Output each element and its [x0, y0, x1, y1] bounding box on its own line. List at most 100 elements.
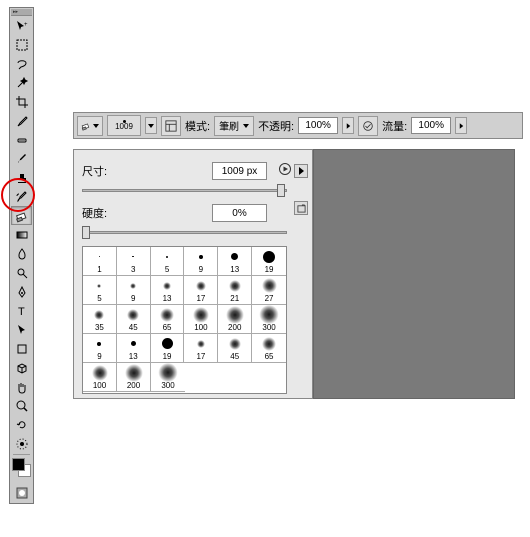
brush-panel-toggle[interactable] [161, 116, 181, 136]
size-slider-thumb[interactable] [277, 184, 285, 197]
brush-preset-5[interactable]: 5 [151, 247, 185, 276]
opacity-label: 不透明: [258, 118, 294, 134]
brush-preset-19[interactable]: 19 [252, 247, 286, 276]
brush-preset-19[interactable]: 19 [151, 334, 185, 363]
brush-preset-17[interactable]: 17 [184, 334, 218, 363]
brush-preset-35[interactable]: 35 [83, 305, 117, 334]
quickmask-toggle[interactable] [11, 483, 32, 502]
brush-preset-size-label: 9 [131, 295, 135, 303]
3d-tool[interactable] [11, 358, 32, 377]
brush-preset-9[interactable]: 9 [83, 334, 117, 363]
size-input[interactable] [212, 162, 267, 180]
brush-size-display: 1009 [115, 123, 133, 131]
brush-preset-45[interactable]: 45 [218, 334, 252, 363]
flyout-menu-button[interactable] [294, 164, 308, 178]
brush-preset-size-label: 200 [127, 382, 140, 390]
toolbox-header[interactable]: ▸▸ [11, 9, 32, 16]
brush-settings-panel: 尺寸: 硬度: 13591319591317212735456510020030… [73, 149, 313, 399]
move-tool[interactable]: + [11, 16, 32, 35]
gradient-tool[interactable] [11, 225, 32, 244]
brush-preset-size-label: 21 [230, 295, 239, 303]
opacity-dropdown[interactable] [342, 117, 354, 134]
size-slider[interactable] [82, 184, 287, 198]
eraser-tool[interactable] [11, 206, 32, 225]
magic-wand-tool[interactable] [11, 73, 32, 92]
mode-value: 筆刷 [219, 118, 239, 133]
brush-preset-100[interactable]: 100 [83, 363, 117, 392]
brush-preset-size-label: 5 [165, 266, 169, 274]
brush-tool[interactable] [11, 149, 32, 168]
brush-preset-13[interactable]: 13 [218, 247, 252, 276]
brush-preset-27[interactable]: 27 [252, 276, 286, 305]
new-preset-button[interactable] [294, 201, 308, 215]
brush-preset-300[interactable]: 300 [252, 305, 286, 334]
lasso-tool[interactable] [11, 54, 32, 73]
brush-preset-3[interactable]: 3 [117, 247, 151, 276]
brush-preset-1[interactable]: 1 [83, 247, 117, 276]
brush-preset-size-label: 13 [129, 353, 138, 361]
brush-preset-size-label: 13 [230, 266, 239, 274]
toolbox-divider [13, 454, 30, 455]
canvas-area[interactable] [313, 149, 515, 399]
pressure-opacity-toggle[interactable] [358, 116, 378, 136]
brush-preset-21[interactable]: 21 [218, 276, 252, 305]
size-label: 尺寸: [82, 163, 212, 179]
brush-preset-200[interactable]: 200 [117, 363, 151, 392]
brush-preset-9[interactable]: 9 [184, 247, 218, 276]
flow-label: 流量: [382, 118, 407, 134]
brush-preset-size-label: 17 [196, 295, 205, 303]
stamp-tool[interactable] [11, 168, 32, 187]
brush-preset-size-label: 300 [262, 324, 275, 332]
options-bar: 1009 模式: 筆刷 不透明: 流量: [73, 112, 523, 139]
foreground-swatch[interactable] [12, 458, 25, 471]
path-select-tool[interactable] [11, 320, 32, 339]
artboard-tool[interactable] [11, 434, 32, 453]
hand-tool[interactable] [11, 377, 32, 396]
brush-preset-13[interactable]: 13 [117, 334, 151, 363]
zoom-tool[interactable] [11, 396, 32, 415]
dodge-tool[interactable] [11, 263, 32, 282]
brush-preset-65[interactable]: 65 [252, 334, 286, 363]
brush-preset-17[interactable]: 17 [184, 276, 218, 305]
brush-preset-size-label: 9 [97, 353, 101, 361]
brush-preset-grid: 1359131959131721273545651002003009131917… [82, 246, 287, 394]
toolbox: ▸▸ + T [9, 7, 34, 504]
brush-preset-65[interactable]: 65 [151, 305, 185, 334]
shape-tool[interactable] [11, 339, 32, 358]
brush-preset-9[interactable]: 9 [117, 276, 151, 305]
eraser-tool-indicator[interactable] [77, 116, 103, 136]
mode-select[interactable]: 筆刷 [214, 116, 254, 136]
color-swatches[interactable] [11, 457, 32, 481]
hardness-slider[interactable] [82, 226, 287, 240]
play-button[interactable] [279, 162, 291, 180]
brush-preset-dropdown[interactable] [145, 117, 157, 134]
brush-preset-200[interactable]: 200 [218, 305, 252, 334]
brush-preset-100[interactable]: 100 [184, 305, 218, 334]
hardness-label: 硬度: [82, 205, 212, 221]
mode-label: 模式: [185, 118, 210, 134]
eyedropper-tool[interactable] [11, 111, 32, 130]
brush-preset-size-label: 1 [97, 266, 101, 274]
type-tool[interactable]: T [11, 301, 32, 320]
blur-tool[interactable] [11, 244, 32, 263]
crop-tool[interactable] [11, 92, 32, 111]
brush-preset-size-label: 200 [228, 324, 241, 332]
hardness-input[interactable] [212, 204, 267, 222]
history-brush-tool[interactable] [11, 187, 32, 206]
svg-text:T: T [18, 306, 25, 318]
brush-preset-13[interactable]: 13 [151, 276, 185, 305]
opacity-input[interactable] [298, 117, 338, 134]
rotate-tool[interactable] [11, 415, 32, 434]
brush-preset-picker[interactable]: 1009 [107, 115, 141, 136]
hardness-slider-thumb[interactable] [82, 226, 90, 239]
pen-tool[interactable] [11, 282, 32, 301]
flow-dropdown[interactable] [455, 117, 467, 134]
brush-preset-5[interactable]: 5 [83, 276, 117, 305]
brush-preset-45[interactable]: 45 [117, 305, 151, 334]
healing-tool[interactable] [11, 130, 32, 149]
brush-preset-size-label: 100 [93, 382, 106, 390]
flow-input[interactable] [411, 117, 451, 134]
brush-preset-300[interactable]: 300 [151, 363, 185, 392]
brush-preset-size-label: 3 [131, 266, 135, 274]
marquee-tool[interactable] [11, 35, 32, 54]
